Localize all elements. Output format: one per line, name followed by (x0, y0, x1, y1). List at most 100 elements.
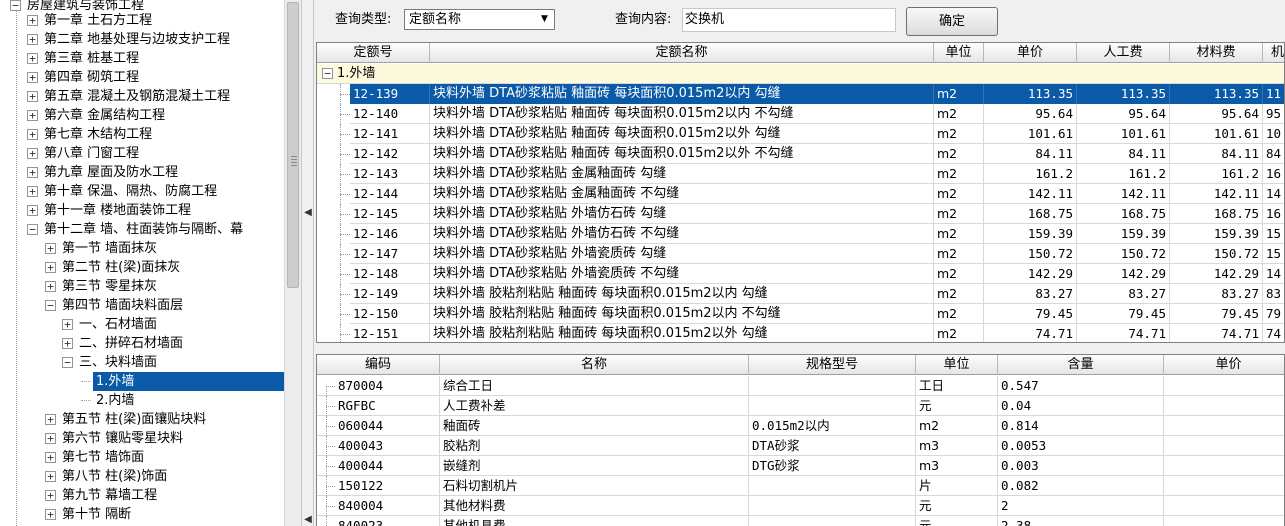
expand-icon[interactable]: + (27, 148, 38, 159)
tree-item[interactable]: + 第八章 门窗工程 (0, 144, 284, 163)
expand-icon[interactable]: + (45, 471, 56, 482)
column-header[interactable]: 单价 (1164, 355, 1284, 375)
expand-icon[interactable]: + (27, 167, 38, 178)
tree-item[interactable]: + 第十章 保温、隔热、防腐工程 (0, 182, 284, 201)
material-row[interactable]: 060044 釉面砖 0.015m2以内 m2 0.814 (317, 416, 1284, 436)
quota-row[interactable]: 12-143 块料外墙 DTA砂浆粘贴 金属釉面砖 勾缝 m2 161.2 161.2 1… (317, 164, 1284, 184)
collapse-icon[interactable]: − (45, 300, 56, 311)
tree-item[interactable]: + 第八节 柱(梁)饰面 (0, 467, 284, 486)
expand-icon[interactable]: + (62, 338, 73, 349)
column-header[interactable]: 名称 (440, 355, 749, 375)
collapse-left-icon[interactable]: ◀ (304, 204, 312, 222)
tree-item[interactable]: − 第十二章 墙、柱面装饰与隔断、幕 (0, 220, 284, 239)
expand-icon[interactable]: + (27, 186, 38, 197)
column-header[interactable]: 定额号 (317, 43, 430, 63)
tree-item[interactable]: + 第九章 屋面及防水工程 (0, 163, 284, 182)
tree-item[interactable]: + 第一节 墙面抹灰 (0, 239, 284, 258)
tree-item[interactable]: + 一、石材墙面 (0, 315, 284, 334)
quota-row[interactable]: 12-148 块料外墙 DTA砂浆粘贴 外墙瓷质砖 不勾缝 m2 142.29 142.… (317, 264, 1284, 284)
expand-icon[interactable]: + (45, 262, 56, 273)
expand-icon[interactable]: + (27, 34, 38, 45)
expand-icon[interactable]: + (45, 243, 56, 254)
expand-icon[interactable]: + (27, 91, 38, 102)
collapse-icon[interactable]: − (322, 68, 333, 79)
tree-item[interactable]: − 三、块料墙面 (0, 353, 284, 372)
group-row[interactable]: −1.外墙 (317, 64, 1284, 84)
quota-row[interactable]: 12-141 块料外墙 DTA砂浆粘贴 釉面砖 每块面积0.015m2以外 勾缝 m… (317, 124, 1284, 144)
panel-splitter[interactable]: ◀ ◀ (301, 0, 314, 526)
column-header[interactable]: 单价 (984, 43, 1077, 63)
expand-icon[interactable]: + (27, 110, 38, 121)
tree-scrollbar-thumb[interactable] (287, 2, 299, 288)
tree-item[interactable]: + 第四章 砌筑工程 (0, 68, 284, 87)
quota-row[interactable]: 12-150 块料外墙 胶粘剂粘贴 釉面砖 每块面积0.015m2以内 不勾缝 m2… (317, 304, 1284, 324)
collapse-icon[interactable]: − (62, 357, 73, 368)
query-type-select[interactable]: 定额名称 ▼ (404, 9, 555, 30)
query-content-input[interactable]: 交换机 (682, 8, 896, 32)
column-header[interactable]: 规格型号 (749, 355, 916, 375)
tree-item[interactable]: 1.外墙 (0, 372, 284, 391)
material-row[interactable]: 400044 嵌缝剂 DTG砂浆 m3 0.003 (317, 456, 1284, 476)
material-row[interactable]: 840004 其他材料费 元 2 (317, 496, 1284, 516)
collapse-left-icon[interactable]: ◀ (304, 514, 312, 526)
tree-item[interactable]: + 第五章 混凝土及钢筋混凝土工程 (0, 87, 284, 106)
tree-item[interactable]: + 第二节 柱(梁)面抹灰 (0, 258, 284, 277)
confirm-button[interactable]: 确定 (906, 7, 998, 36)
column-header[interactable]: 单位 (916, 355, 998, 375)
expand-icon[interactable]: + (27, 15, 38, 26)
expand-icon[interactable]: + (45, 433, 56, 444)
chevron-down-icon[interactable]: ▼ (537, 12, 552, 27)
expand-icon[interactable]: + (27, 205, 38, 216)
quota-row[interactable]: 12-145 块料外墙 DTA砂浆粘贴 外墙仿石砖 勾缝 m2 168.75 168.7… (317, 204, 1284, 224)
collapse-icon[interactable]: − (27, 224, 38, 235)
expand-icon[interactable]: + (27, 53, 38, 64)
expand-icon[interactable]: + (62, 319, 73, 330)
column-header[interactable]: 材料费 (1170, 43, 1263, 63)
expand-icon[interactable]: + (45, 281, 56, 292)
expand-icon[interactable]: + (45, 452, 56, 463)
material-row[interactable]: 150122 石料切割机片 片 0.082 (317, 476, 1284, 496)
tree-item[interactable]: + 第六节 镶贴零星块料 (0, 429, 284, 448)
column-header[interactable]: 编码 (317, 355, 440, 375)
tree-item[interactable]: + 第三章 桩基工程 (0, 49, 284, 68)
tree-item[interactable]: + 二、拼碎石材墙面 (0, 334, 284, 353)
quota-row[interactable]: 12-139 块料外墙 DTA砂浆粘贴 釉面砖 每块面积0.015m2以内 勾缝 m… (317, 84, 1284, 104)
tree-item[interactable]: + 第一章 土石方工程 (0, 11, 284, 30)
quota-row[interactable]: 12-146 块料外墙 DTA砂浆粘贴 外墙仿石砖 不勾缝 m2 159.39 159.… (317, 224, 1284, 244)
tree-item[interactable]: 2.内墙 (0, 391, 284, 410)
tree-item[interactable]: + 第十节 隔断 (0, 505, 284, 524)
expand-icon[interactable]: + (45, 414, 56, 425)
quota-row[interactable]: 12-149 块料外墙 胶粘剂粘贴 釉面砖 每块面积0.015m2以内 勾缝 m2 8… (317, 284, 1284, 304)
material-row[interactable]: 400043 胶粘剂 DTA砂浆 m3 0.0053 (317, 436, 1284, 456)
tree-item[interactable]: + 第七节 墙饰面 (0, 448, 284, 467)
tree-connector (326, 466, 335, 467)
tree-item[interactable]: + 第六章 金属结构工程 (0, 106, 284, 125)
tree-item[interactable]: − 第四节 墙面块料面层 (0, 296, 284, 315)
material-row[interactable]: 870004 综合工日 工日 0.547 (317, 376, 1284, 396)
quota-row[interactable]: 12-147 块料外墙 DTA砂浆粘贴 外墙瓷质砖 勾缝 m2 150.72 150.7… (317, 244, 1284, 264)
column-header[interactable]: 单位 (934, 43, 984, 63)
tree-item[interactable]: + 第九节 幕墙工程 (0, 486, 284, 505)
quota-row[interactable]: 12-144 块料外墙 DTA砂浆粘贴 金属釉面砖 不勾缝 m2 142.11 142.… (317, 184, 1284, 204)
tree-vertical-scrollbar[interactable] (284, 0, 301, 526)
tree-item[interactable]: + 第三节 零星抹灰 (0, 277, 284, 296)
tree-item[interactable]: + 第十一章 楼地面装饰工程 (0, 201, 284, 220)
material-cell (1164, 396, 1284, 416)
tree-item[interactable]: + 第二章 地基处理与边坡支护工程 (0, 30, 284, 49)
column-header[interactable]: 含量 (998, 355, 1164, 375)
expand-icon[interactable]: + (45, 490, 56, 501)
expand-icon[interactable]: + (45, 509, 56, 520)
expand-icon[interactable]: + (27, 72, 38, 83)
column-header[interactable]: 定额名称 (430, 43, 934, 63)
material-row[interactable]: RGFBC 人工费补差 元 0.04 (317, 396, 1284, 416)
tree-item[interactable]: + 第五节 柱(梁)面镶贴块料 (0, 410, 284, 429)
quota-row[interactable]: 12-140 块料外墙 DTA砂浆粘贴 釉面砖 每块面积0.015m2以内 不勾缝… (317, 104, 1284, 124)
tree-item[interactable]: + 第七章 木结构工程 (0, 125, 284, 144)
column-header[interactable]: 人工费 (1077, 43, 1170, 63)
quota-row[interactable]: 12-151 块料外墙 胶粘剂粘贴 釉面砖 每块面积0.015m2以外 勾缝 m2 7… (317, 324, 1284, 342)
column-header[interactable]: 机 (1263, 43, 1284, 63)
quota-row[interactable]: 12-142 块料外墙 DTA砂浆粘贴 釉面砖 每块面积0.015m2以外 不勾缝… (317, 144, 1284, 164)
expand-icon[interactable]: + (27, 129, 38, 140)
material-row[interactable]: 840023 其他机具费 元 2.38 (317, 516, 1284, 526)
quota-cell: 块料外墙 胶粘剂粘贴 釉面砖 每块面积0.015m2以内 不勾缝 (430, 304, 934, 324)
